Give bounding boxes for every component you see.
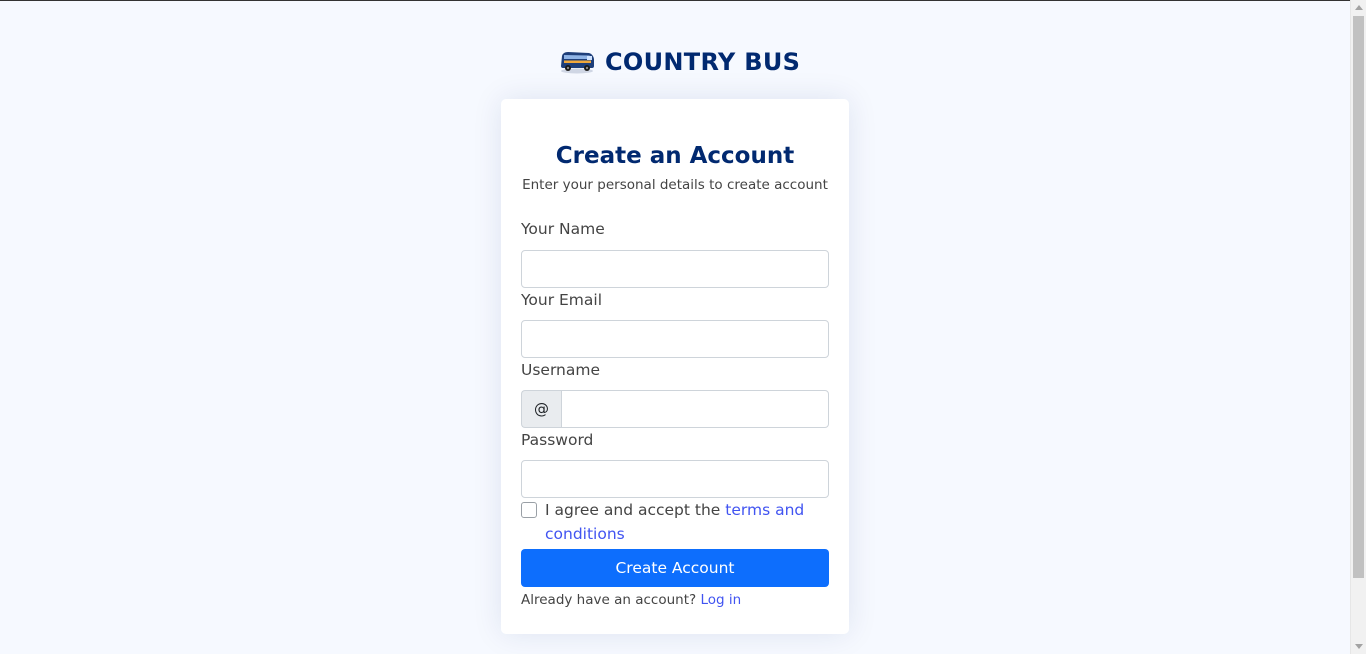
- email-group: Your Email: [521, 288, 829, 358]
- username-at-prefix: @: [521, 390, 561, 428]
- terms-text: I agree and accept the: [545, 501, 726, 519]
- username-label: Username: [521, 361, 601, 379]
- password-group: Password: [521, 428, 829, 498]
- window-top-border: [0, 0, 1350, 1]
- username-group: Username @: [521, 358, 829, 428]
- page-scrollbar[interactable]: [1350, 0, 1366, 654]
- scroll-down-arrow-icon[interactable]: [1355, 644, 1363, 649]
- username-input-group: @: [521, 390, 829, 428]
- terms-row: I agree and accept the terms and conditi…: [521, 498, 829, 546]
- register-card: Create an Account Enter your personal de…: [501, 99, 849, 634]
- name-label: Your Name: [521, 220, 605, 238]
- terms-label: I agree and accept the terms and conditi…: [545, 498, 805, 546]
- create-account-button[interactable]: Create Account: [521, 549, 829, 587]
- email-input[interactable]: [521, 320, 829, 358]
- scroll-up-arrow-icon[interactable]: [1355, 5, 1363, 10]
- login-prompt: Already have an account? Log in: [521, 590, 829, 610]
- name-input[interactable]: [521, 250, 829, 288]
- login-prompt-text: Already have an account?: [521, 592, 701, 608]
- login-link[interactable]: Log in: [700, 592, 741, 608]
- terms-checkbox[interactable]: [521, 502, 537, 518]
- card-subtitle: Enter your personal details to create ac…: [522, 177, 828, 193]
- password-label: Password: [521, 431, 594, 449]
- card-title: Create an Account: [555, 143, 795, 169]
- brand-name: COUNTRY BUS: [605, 48, 801, 76]
- username-input[interactable]: [561, 390, 829, 428]
- bus-icon: [561, 52, 594, 74]
- email-label: Your Email: [521, 291, 603, 309]
- name-group: Your Name: [521, 217, 829, 288]
- password-input[interactable]: [521, 460, 829, 498]
- scrollbar-thumb[interactable]: [1353, 16, 1364, 578]
- brand-logo[interactable]: COUNTRY BUS: [559, 44, 800, 80]
